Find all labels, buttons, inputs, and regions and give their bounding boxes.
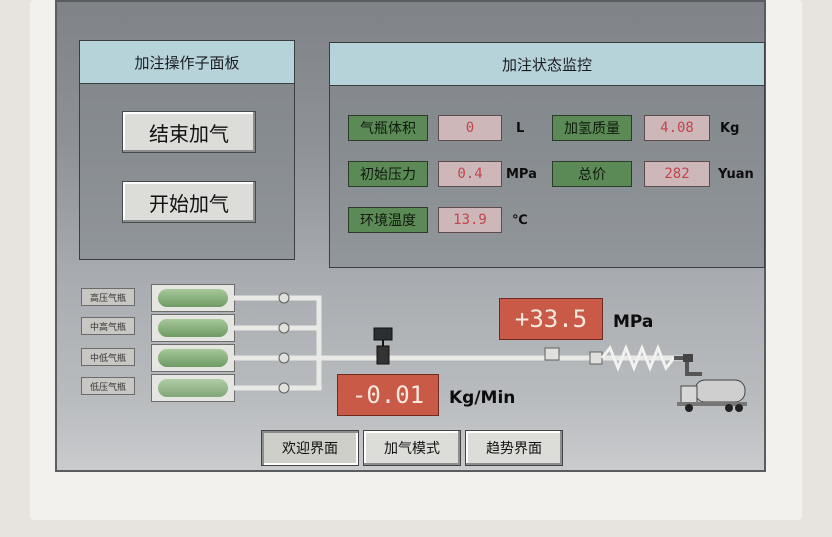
tank-high-vessel <box>158 289 228 307</box>
tank-high <box>151 284 235 312</box>
status-panel: 加注状态监控 气瓶体积 0 L 加氢质量 4.08 Kg 初始压力 0.4 MP… <box>329 42 765 268</box>
cylinder-volume-label: 气瓶体积 <box>348 115 428 141</box>
pressure-unit: MPa <box>613 312 654 332</box>
pressure-readout: +33.5 <box>499 298 603 340</box>
ambient-temp-label: 环境温度 <box>348 207 428 233</box>
tab-welcome[interactable]: 欢迎界面 <box>261 430 359 466</box>
stop-filling-button[interactable]: 结束加气 <box>122 111 256 153</box>
control-panel-title: 加注操作子面板 <box>80 41 294 84</box>
ambient-temp-value: 13.9 <box>438 207 502 233</box>
cylinder-volume-value: 0 <box>438 115 502 141</box>
cylinder-volume-unit: L <box>516 121 525 136</box>
ambient-temp-unit: ℃ <box>512 213 528 228</box>
hmi-screen: 加注操作子面板 结束加气 开始加气 加注状态监控 气瓶体积 0 L 加氢质量 4… <box>55 0 766 472</box>
start-filling-button[interactable]: 开始加气 <box>122 181 256 223</box>
hydrogen-mass-unit: Kg <box>720 121 740 136</box>
total-price-value: 282 <box>644 161 710 187</box>
tank-low-vessel <box>158 379 228 397</box>
initial-pressure-unit: MPa <box>506 167 537 182</box>
tank-mid-high <box>151 314 235 342</box>
tab-filling-mode[interactable]: 加气模式 <box>363 430 461 466</box>
total-price-label: 总价 <box>552 161 632 187</box>
gas-label-mid-low: 中低气瓶 <box>81 348 135 366</box>
tank-mid-low <box>151 344 235 372</box>
status-panel-title: 加注状态监控 <box>330 43 764 86</box>
tank-mid-low-vessel <box>158 349 228 367</box>
hydrogen-mass-value: 4.08 <box>644 115 710 141</box>
gas-label-low: 低压气瓶 <box>81 377 135 395</box>
flow-unit: Kg/Min <box>449 388 516 408</box>
control-panel: 加注操作子面板 结束加气 开始加气 <box>79 40 295 260</box>
tab-trend[interactable]: 趋势界面 <box>465 430 563 466</box>
flow-readout: -0.01 <box>337 374 439 416</box>
initial-pressure-label: 初始压力 <box>348 161 428 187</box>
tank-mid-high-vessel <box>158 319 228 337</box>
tank-low <box>151 374 235 402</box>
initial-pressure-value: 0.4 <box>438 161 502 187</box>
gas-label-mid-high: 中高气瓶 <box>81 317 135 335</box>
gas-label-high: 高压气瓶 <box>81 288 135 306</box>
hydrogen-mass-label: 加氢质量 <box>552 115 632 141</box>
total-price-unit: Yuan <box>718 167 754 182</box>
